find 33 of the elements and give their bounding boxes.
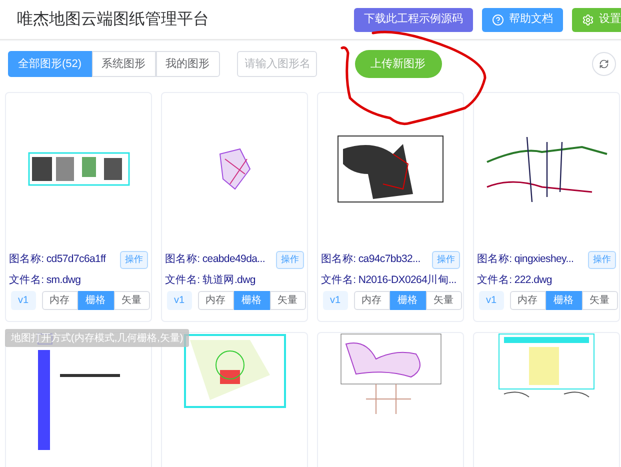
file-name: 文件名: 轨道网.dwg — [165, 273, 256, 287]
help-icon — [492, 14, 504, 26]
drawing-name: 图名称: qingxieshey... — [477, 252, 574, 268]
mode-toggle[interactable]: 矢量 — [114, 291, 150, 310]
file-name: 文件名: sm.dwg — [9, 273, 81, 287]
drawing-card[interactable]: 图名称: ca94c7bb32... 操作 文件名: N2016-DX0264川甸... v1 内存 栅格 矢量 — [317, 92, 464, 322]
refresh-button[interactable] — [592, 52, 616, 76]
drawing-name: 图名称: ca94c7bb32... — [321, 252, 420, 268]
drawing-card[interactable]: 图名称: cd57d7c6a1ff 操作 文件名: sm.dwg v1 内存 栅格 矢量 — [5, 92, 152, 322]
drawing-card[interactable]: 图名称: ceabde49da... 操作 文件名: 轨道网.dwg v1 内存 栅格 矢量 — [161, 92, 308, 322]
drawing-card[interactable]: 图名称: qingxieshey... 操作 文件名: 222.dwg v1 内存 栅格 矢量 — [473, 92, 620, 322]
file-name: 文件名: N2016-DX0264川甸... — [321, 273, 456, 287]
file-name: 文件名: 222.dwg — [477, 273, 552, 287]
mode-toggle[interactable]: 内存 — [198, 291, 234, 310]
drawing-name: 图名称: ceabde49da... — [165, 252, 266, 268]
filter-tab[interactable]: 我的图形 — [156, 51, 220, 77]
search-field[interactable]: 请输入图形名 — [236, 51, 317, 77]
settings-icon — [582, 14, 594, 26]
version-tag: v1 — [11, 291, 36, 310]
mode-toggle[interactable]: 内存 — [42, 291, 78, 310]
mode-toggle[interactable]: 矢量 — [270, 291, 306, 310]
version-tag: v1 — [167, 291, 192, 310]
filter-tab[interactable]: 系统图形 — [92, 51, 156, 77]
mode-toggle[interactable]: 内存 — [354, 291, 390, 310]
version-tag: v1 — [479, 291, 504, 310]
mode-toggle[interactable]: 矢量 — [426, 291, 462, 310]
download-button[interactable]: 下载此工程示例源码 — [354, 8, 473, 32]
mode-toggle[interactable]: 矢量 — [582, 291, 618, 310]
mode-toggle[interactable]: 内存 — [510, 291, 546, 310]
app-title: 唯杰地图云端图纸管理平台 — [17, 10, 209, 30]
version-tag: v1 — [323, 291, 348, 310]
drawing-name: 图名称: cd57d7c6a1ff — [9, 252, 106, 268]
refresh-icon — [599, 59, 609, 69]
